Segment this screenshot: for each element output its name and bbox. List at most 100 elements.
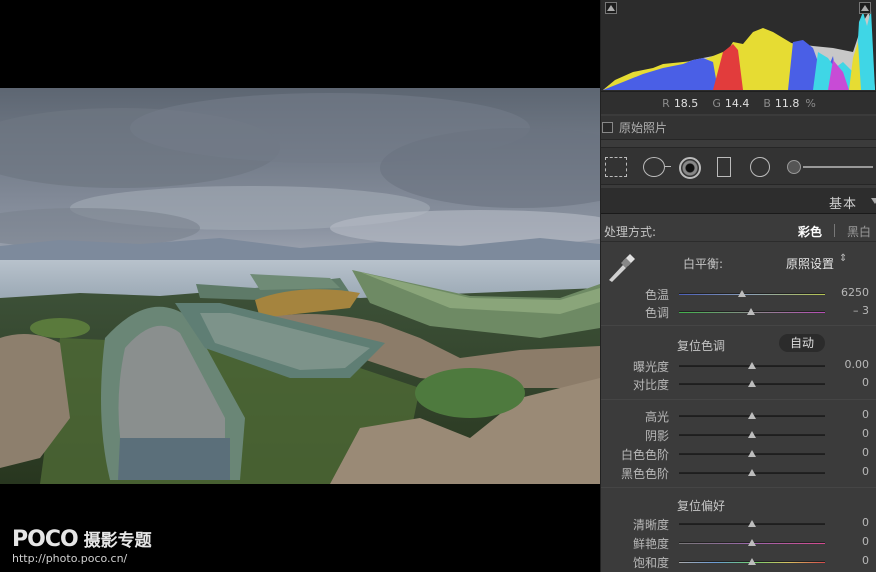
vibrance-label: 鲜艳度 xyxy=(632,537,669,551)
tint-slider[interactable] xyxy=(679,308,825,315)
blacks-slider[interactable] xyxy=(679,469,825,476)
updown-arrows-icon[interactable]: ⇕ xyxy=(839,253,847,264)
saturation-slider-row[interactable]: 饱和度 0 xyxy=(601,552,876,571)
tint-value[interactable]: – 3 xyxy=(853,304,869,317)
treatment-bw-option[interactable]: 黑白 xyxy=(847,223,871,240)
contrast-label: 对比度 xyxy=(632,378,669,392)
eyedropper-icon[interactable] xyxy=(605,252,637,282)
highlights-slider[interactable] xyxy=(679,412,825,419)
tone-header: 复位色调 自动 xyxy=(601,334,876,354)
vibrance-slider[interactable] xyxy=(679,539,825,546)
presence-reset-label[interactable]: 复位偏好 xyxy=(677,497,725,514)
shadow-clipping-toggle[interactable] xyxy=(605,2,617,14)
original-photo-checkbox[interactable] xyxy=(602,122,613,133)
contrast-value[interactable]: 0 xyxy=(862,376,869,389)
temp-slider[interactable] xyxy=(679,290,825,297)
contrast-slider-row[interactable]: 对比度 0 xyxy=(601,374,876,393)
temp-value[interactable]: 6250 xyxy=(841,286,869,299)
saturation-thumb[interactable] xyxy=(748,558,756,565)
divider xyxy=(601,399,876,400)
saturation-label: 饱和度 xyxy=(632,556,669,570)
temp-label: 色温 xyxy=(644,288,669,302)
auto-tone-button[interactable]: 自动 xyxy=(779,334,825,352)
collapse-arrow-icon[interactable] xyxy=(871,198,876,204)
clarity-value[interactable]: 0 xyxy=(862,516,869,529)
saturation-value[interactable]: 0 xyxy=(862,554,869,567)
shadows-value[interactable]: 0 xyxy=(862,427,869,440)
brush-knob xyxy=(787,160,801,174)
tint-thumb[interactable] xyxy=(746,308,755,315)
exposure-label: 曝光度 xyxy=(632,360,669,374)
red-eye-icon[interactable] xyxy=(679,157,701,179)
tool-strip xyxy=(601,147,876,185)
saturation-slider[interactable] xyxy=(679,558,825,565)
percent-unit: % xyxy=(805,96,816,110)
highlights-slider-row[interactable]: 高光 0 xyxy=(601,406,876,425)
shadows-slider[interactable] xyxy=(679,431,825,438)
radial-filter-icon[interactable] xyxy=(750,157,770,177)
vibrance-slider-row[interactable]: 鲜艳度 0 xyxy=(601,533,876,552)
histogram[interactable] xyxy=(601,0,876,92)
contrast-thumb[interactable] xyxy=(748,380,756,387)
highlights-value[interactable]: 0 xyxy=(862,408,869,421)
whites-thumb[interactable] xyxy=(748,450,756,457)
treatment-row: 处理方式: 彩色 黑白 xyxy=(601,220,876,242)
develop-panel: R 18.5 G 14.4 B 11.8 % 原始照片 基本 处理方式: 彩色 … xyxy=(600,0,876,572)
brush-line xyxy=(803,166,873,168)
histogram-graph xyxy=(603,10,875,90)
exposure-slider[interactable] xyxy=(679,362,825,369)
adjustment-brush-icon[interactable] xyxy=(787,160,873,174)
blacks-value[interactable]: 0 xyxy=(862,465,869,478)
watermark-url: http://photo.poco.cn/ xyxy=(12,552,128,565)
presence-header: 复位偏好 xyxy=(601,494,876,514)
clarity-thumb[interactable] xyxy=(748,520,756,527)
clarity-slider[interactable] xyxy=(679,520,825,527)
tint-label: 色调 xyxy=(644,306,669,320)
whites-value[interactable]: 0 xyxy=(862,446,869,459)
whites-label: 白色色阶 xyxy=(620,448,669,462)
highlights-label: 高光 xyxy=(644,410,669,424)
white-balance-label: 白平衡: xyxy=(683,257,724,271)
clarity-label: 清晰度 xyxy=(632,518,669,532)
exposure-thumb[interactable] xyxy=(748,362,756,369)
crop-overlay-icon[interactable] xyxy=(605,157,627,177)
shadows-thumb[interactable] xyxy=(748,431,756,438)
vibrance-value[interactable]: 0 xyxy=(862,535,869,548)
photo-preview[interactable] xyxy=(0,88,600,484)
exposure-value[interactable]: 0.00 xyxy=(845,358,870,371)
original-photo-row[interactable]: 原始照片 xyxy=(601,116,876,140)
treatment-separator xyxy=(834,224,835,237)
g-label: G xyxy=(712,96,721,110)
highlights-thumb[interactable] xyxy=(748,412,756,419)
clarity-slider-row[interactable]: 清晰度 0 xyxy=(601,514,876,533)
tint-slider-row[interactable]: 色调 – 3 xyxy=(601,302,876,321)
tone-reset-label[interactable]: 复位色调 xyxy=(677,337,725,354)
vibrance-thumb[interactable] xyxy=(748,539,756,546)
g-value: 14.4 xyxy=(724,96,750,110)
watermark: POCO 摄影专题 http://photo.poco.cn/ xyxy=(12,526,152,565)
blacks-label: 黑色色阶 xyxy=(620,467,669,481)
original-photo-label: 原始照片 xyxy=(619,121,668,135)
blacks-thumb[interactable] xyxy=(748,469,756,476)
white-balance-preset[interactable]: 原照设置 xyxy=(786,255,834,272)
shadows-slider-row[interactable]: 阴影 0 xyxy=(601,425,876,444)
shadows-label: 阴影 xyxy=(644,429,669,443)
spot-removal-icon[interactable] xyxy=(643,157,671,177)
r-label: R xyxy=(662,96,670,110)
basic-section-header[interactable]: 基本 xyxy=(601,188,876,214)
highlight-clipping-toggle[interactable] xyxy=(859,2,871,14)
whites-slider[interactable] xyxy=(679,450,825,457)
blacks-slider-row[interactable]: 黑色色阶 0 xyxy=(601,463,876,482)
rgb-readout: R 18.5 G 14.4 B 11.8 % xyxy=(601,92,876,114)
treatment-label: 处理方式: xyxy=(604,225,657,239)
graduated-filter-icon[interactable] xyxy=(717,157,731,177)
contrast-slider[interactable] xyxy=(679,380,825,387)
whites-slider-row[interactable]: 白色色阶 0 xyxy=(601,444,876,463)
exposure-slider-row[interactable]: 曝光度 0.00 xyxy=(601,356,876,375)
lake-boats-photo xyxy=(0,88,600,484)
temp-slider-row[interactable]: 色温 6250 xyxy=(601,284,876,303)
photo-viewer: POCO 摄影专题 http://photo.poco.cn/ xyxy=(0,0,600,572)
watermark-brand: POCO xyxy=(12,527,79,552)
treatment-color-option[interactable]: 彩色 xyxy=(798,223,822,240)
temp-thumb[interactable] xyxy=(737,290,746,297)
